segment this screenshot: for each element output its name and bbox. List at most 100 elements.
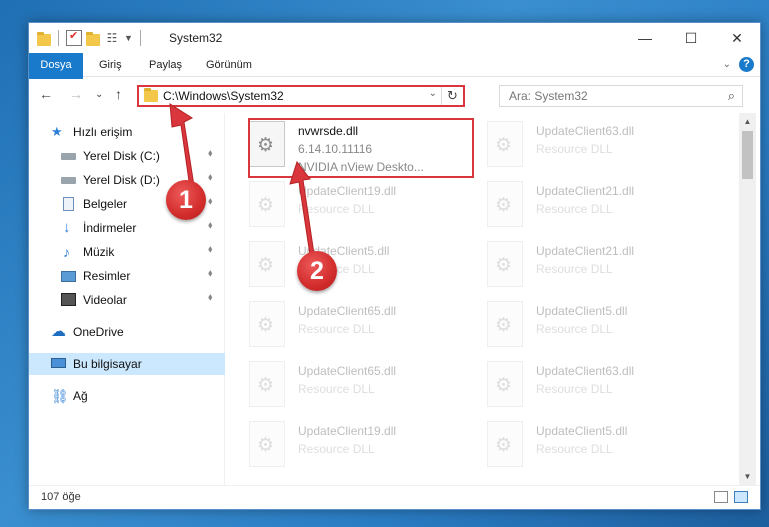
dll-file-icon [487,121,523,167]
sidebar-item-music[interactable]: ♪ Müzik ⬧ [29,241,225,263]
scroll-thumb[interactable] [742,131,753,179]
up-button[interactable]: ↑ [115,86,122,102]
dll-file-icon [487,361,523,407]
file-name: UpdateClient19.dll [298,184,397,198]
refresh-icon[interactable]: ↻ [441,87,463,105]
file-name: UpdateClient65.dll [298,364,397,378]
details-view-icon[interactable] [714,491,728,503]
network-icon: ⛓ [51,388,69,404]
step-1-badge: 1 [166,180,206,220]
toolbar-dropdown-icon[interactable]: ▼ [124,30,133,46]
file-item[interactable]: UpdateClient5.dll Resource DLL [249,237,479,295]
file-item[interactable]: UpdateClient5.dll Resource DLL [487,297,717,355]
sidebar-item-label: Videolar [83,293,127,307]
navigation-bar: ← → ⌄ ↑ C:\Windows\System32 ⌄ ↻ Ara: Sys… [29,79,760,111]
sidebar-item-quick-access[interactable]: ★ Hızlı erişim [29,121,225,143]
tab-home[interactable]: Giriş [99,53,122,77]
back-button[interactable]: ← [39,86,53,102]
music-icon: ♪ [63,244,70,260]
disk-icon [61,177,76,184]
sidebar-item-label: Belgeler [83,197,128,211]
scroll-down-icon[interactable]: ▼ [739,468,756,485]
pin-icon: ⬧ [208,172,213,183]
file-name: UpdateClient21.dll [536,244,635,258]
help-icon[interactable]: ? [739,57,754,72]
pin-icon: ⬧ [208,196,213,207]
recent-locations-button[interactable]: ⌄ [95,89,103,100]
sidebar-item-videos[interactable]: Videolar ⬧ [29,289,225,311]
star-icon: ★ [51,124,63,139]
window-controls: — ☐ ✕ [622,23,760,53]
file-item[interactable]: UpdateClient21.dll Resource DLL [487,237,717,295]
sidebar-item-label: İndirmeler [83,221,137,235]
minimize-button[interactable]: — [622,23,668,53]
file-item[interactable]: UpdateClient63.dll Resource DLL [487,117,717,175]
file-item[interactable]: UpdateClient65.dll Resource DLL [249,297,479,355]
search-icon[interactable]: ⌕ [728,88,735,104]
vertical-scrollbar[interactable]: ▲ ▼ [739,113,756,485]
highlight-box-file [248,118,474,178]
cloud-icon: ☁ [51,323,66,340]
search-placeholder: Ara: System32 [509,89,588,103]
file-name: UpdateClient63.dll [536,124,635,138]
video-icon [61,293,76,306]
file-type: Resource DLL [536,322,613,336]
address-bar[interactable]: C:\Windows\System32 ⌄ ↻ [137,85,465,107]
divider [139,30,141,46]
expand-ribbon-icon[interactable]: ⌄ [723,59,731,70]
close-button[interactable]: ✕ [714,23,760,53]
forward-button[interactable]: → [69,86,83,102]
pin-icon: ⬧ [208,148,213,159]
file-type: Resource DLL [536,142,613,156]
dll-file-icon [249,241,285,287]
file-item[interactable]: UpdateClient65.dll Resource DLL [249,357,479,415]
properties-check-icon[interactable] [66,29,82,46]
divider [58,30,59,46]
file-name: UpdateClient65.dll [298,304,397,318]
window-title: System32 [169,31,223,45]
sidebar-item-pictures[interactable]: Resimler ⬧ [29,265,225,287]
file-item[interactable]: UpdateClient5.dll Resource DLL [487,417,717,475]
customize-toolbar-icon[interactable]: ☷ [104,30,120,46]
sidebar-item-label: Hızlı erişim [73,125,133,139]
sidebar-item-network[interactable]: ⛓ Ağ [29,385,225,407]
pin-icon: ⬧ [208,268,213,279]
tab-share[interactable]: Paylaş [149,53,182,77]
sidebar-item-label: Yerel Disk (D:) [83,173,160,187]
file-item[interactable]: UpdateClient63.dll Resource DLL [487,357,717,415]
dll-file-icon [487,181,523,227]
file-item[interactable]: UpdateClient19.dll Resource DLL [249,177,479,235]
file-type: Resource DLL [298,442,375,456]
dll-file-icon [487,241,523,287]
address-path[interactable]: C:\Windows\System32 [163,89,284,103]
sidebar-item-downloads[interactable]: ↓ İndirmeler ⬧ [29,217,225,239]
dll-file-icon [249,361,285,407]
sidebar-item-local-disk-c[interactable]: Yerel Disk (C:) ⬧ [29,145,225,167]
file-type: Resource DLL [536,442,613,456]
file-type: Resource DLL [536,262,613,276]
sidebar-item-label: Müzik [83,245,115,259]
ribbon-right: ⌄ ? [723,57,754,72]
file-item[interactable]: UpdateClient21.dll Resource DLL [487,177,717,235]
view-switcher [714,491,748,503]
scroll-up-icon[interactable]: ▲ [739,113,756,130]
dll-file-icon [487,421,523,467]
ribbon-tabs: Dosya Giriş Paylaş Görünüm ⌄ ? [29,53,760,111]
dll-file-icon [249,421,285,467]
sidebar-item-this-pc[interactable]: Bu bilgisayar [29,353,225,375]
navigation-pane: ★ Hızlı erişim Yerel Disk (C:) ⬧ Yerel D… [29,113,225,485]
folder-icon [37,31,51,46]
maximize-button[interactable]: ☐ [668,23,714,53]
tab-view[interactable]: Görünüm [206,53,252,77]
status-bar: 107 öğe [29,485,760,510]
file-item[interactable]: UpdateClient19.dll Resource DLL [249,417,479,475]
sidebar-item-label: Ağ [73,389,88,403]
search-input[interactable]: Ara: System32 ⌕ [499,85,743,107]
file-name: UpdateClient5.dll [536,304,628,318]
sidebar-item-onedrive[interactable]: ☁ OneDrive [29,321,225,343]
tiles-view-icon[interactable] [734,491,748,503]
address-dropdown-icon[interactable]: ⌄ [429,88,437,99]
file-name: UpdateClient19.dll [298,424,397,438]
new-folder-icon[interactable] [86,31,100,46]
computer-icon [51,358,66,368]
